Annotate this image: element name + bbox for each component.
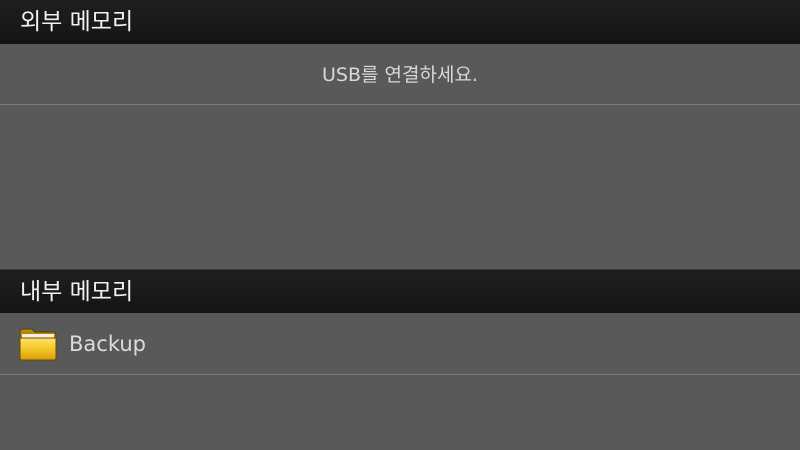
internal-memory-title: 내부 메모리 [20,279,134,305]
internal-memory-header: 내부 메모리 [0,269,800,313]
folder-icon [19,327,57,361]
list-item-backup[interactable]: Backup [0,313,800,375]
usb-connect-message-row: USB를 연결하세요. [0,44,800,105]
external-memory-list: USB를 연결하세요. [0,44,800,269]
external-memory-header: 외부 메모리 [0,0,800,44]
external-memory-title: 외부 메모리 [20,9,134,35]
internal-memory-list: Backup [0,313,800,375]
usb-connect-message: USB를 연결하세요. [322,64,478,86]
list-item-label: Backup [69,331,146,356]
file-browser-screen: 외부 메모리 USB를 연결하세요. 내부 메모리 Backup [0,0,800,450]
